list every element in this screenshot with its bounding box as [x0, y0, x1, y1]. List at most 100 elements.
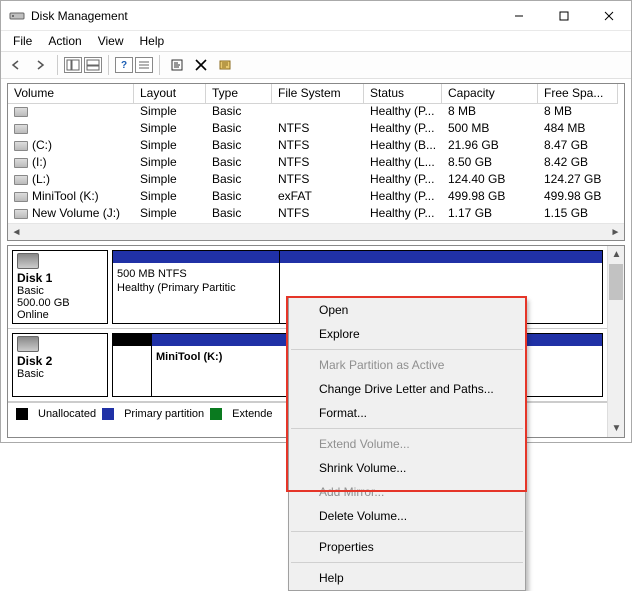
volume-row[interactable]: (L:)SimpleBasicNTFSHealthy (P...124.40 G…	[8, 172, 624, 189]
menu-explore[interactable]: Explore	[289, 322, 525, 346]
cell: NTFS	[272, 155, 364, 172]
menu-file[interactable]: File	[7, 33, 38, 49]
help-button[interactable]: ?	[115, 57, 133, 73]
maximize-button[interactable]	[541, 1, 586, 30]
show-hide-tree-button[interactable]	[64, 57, 82, 73]
cell: NTFS	[272, 121, 364, 138]
cell: 8.42 GB	[538, 155, 618, 172]
col-freespace[interactable]: Free Spa...	[538, 84, 618, 104]
col-volume[interactable]: Volume	[8, 84, 134, 104]
volume-row[interactable]: New Volume (J:)SimpleBasicNTFSHealthy (P…	[8, 206, 624, 223]
disk-2-info[interactable]: Disk 2 Basic	[12, 333, 108, 397]
cell: Basic	[206, 138, 272, 155]
partition-label: MiniTool (K:)	[156, 351, 222, 363]
app-icon	[9, 8, 25, 24]
partition-stripe	[280, 251, 602, 263]
horizontal-scrollbar[interactable]: ◄ ►	[8, 223, 624, 240]
cell: exFAT	[272, 189, 364, 206]
menu-separator	[291, 531, 523, 532]
cell: Basic	[206, 189, 272, 206]
settings-list-button[interactable]	[135, 57, 153, 73]
cell	[8, 121, 134, 138]
cell: Simple	[134, 121, 206, 138]
col-type[interactable]: Type	[206, 84, 272, 104]
disk-2-partition-unallocated[interactable]	[112, 333, 152, 397]
scroll-left-icon[interactable]: ◄	[8, 224, 25, 241]
context-menu: Open Explore Mark Partition as Active Ch…	[288, 297, 526, 591]
cell: 1.15 GB	[538, 206, 618, 223]
partition-size: 500 MB NTFS	[117, 268, 187, 280]
scroll-up-icon[interactable]: ▲	[608, 246, 625, 263]
volume-row[interactable]: SimpleBasicHealthy (P...8 MB8 MB	[8, 104, 624, 121]
menu-delete-volume[interactable]: Delete Volume...	[289, 504, 525, 528]
cell: NTFS	[272, 172, 364, 189]
menu-help[interactable]: Help	[134, 33, 171, 49]
col-status[interactable]: Status	[364, 84, 442, 104]
col-layout[interactable]: Layout	[134, 84, 206, 104]
cell: 500 MB	[442, 121, 538, 138]
menu-separator	[291, 562, 523, 563]
disk-icon	[17, 336, 39, 352]
disk-1-type: Basic	[17, 285, 44, 297]
menu-format[interactable]: Format...	[289, 401, 525, 425]
menu-extend-volume[interactable]: Extend Volume...	[289, 432, 525, 456]
action-icon[interactable]	[214, 54, 236, 76]
volume-list: Volume Layout Type File System Status Ca…	[7, 83, 625, 241]
menu-open[interactable]: Open	[289, 298, 525, 322]
toolbar: ?	[1, 51, 631, 79]
cell: 8.50 GB	[442, 155, 538, 172]
disk-1-title: Disk 1	[17, 271, 52, 285]
forward-button[interactable]	[29, 54, 51, 76]
col-filesystem[interactable]: File System	[272, 84, 364, 104]
back-button[interactable]	[5, 54, 27, 76]
cell: Basic	[206, 172, 272, 189]
volume-row[interactable]: SimpleBasicNTFSHealthy (P...500 MB484 MB	[8, 121, 624, 138]
volume-row[interactable]: MiniTool (K:)SimpleBasicexFATHealthy (P.…	[8, 189, 624, 206]
volume-row[interactable]: (I:)SimpleBasicNTFSHealthy (L...8.50 GB8…	[8, 155, 624, 172]
menu-properties[interactable]: Properties	[289, 535, 525, 559]
legend-primary: Primary partition	[124, 408, 204, 420]
disk-icon	[17, 253, 39, 269]
cell: 499.98 GB	[442, 189, 538, 206]
col-capacity[interactable]: Capacity	[442, 84, 538, 104]
cell: Simple	[134, 104, 206, 121]
cell: 21.96 GB	[442, 138, 538, 155]
menu-action[interactable]: Action	[42, 33, 87, 49]
cell: 8 MB	[538, 104, 618, 121]
cell: Healthy (B...	[364, 138, 442, 155]
cell: (C:)	[8, 138, 134, 155]
menu-shrink-volume[interactable]: Shrink Volume...	[289, 456, 525, 480]
volume-row[interactable]: (C:)SimpleBasicNTFSHealthy (B...21.96 GB…	[8, 138, 624, 155]
show-hide-bottom-button[interactable]	[84, 57, 102, 73]
disk-1-size: 500.00 GB	[17, 297, 70, 309]
swatch-primary	[102, 408, 114, 420]
disk-1-info[interactable]: Disk 1 Basic 500.00 GB Online	[12, 250, 108, 324]
menu-add-mirror[interactable]: Add Mirror...	[289, 480, 525, 504]
cell: Simple	[134, 138, 206, 155]
minimize-button[interactable]	[496, 1, 541, 30]
menu-mark-active[interactable]: Mark Partition as Active	[289, 353, 525, 377]
disk-2-title: Disk 2	[17, 354, 52, 368]
scroll-down-icon[interactable]: ▼	[608, 420, 625, 437]
volume-list-body[interactable]: SimpleBasicHealthy (P...8 MB8 MBSimpleBa…	[8, 104, 624, 223]
cell: 484 MB	[538, 121, 618, 138]
menu-separator	[291, 428, 523, 429]
cell: (L:)	[8, 172, 134, 189]
cell: 124.40 GB	[442, 172, 538, 189]
scroll-right-icon[interactable]: ►	[607, 224, 624, 241]
refresh-button[interactable]	[166, 54, 188, 76]
vertical-scrollbar[interactable]: ▲ ▼	[607, 246, 624, 437]
cell: 8.47 GB	[538, 138, 618, 155]
legend-unallocated: Unallocated	[38, 408, 96, 420]
partition-stripe	[113, 251, 279, 263]
disk-1-partition-1[interactable]: 500 MB NTFS Healthy (Primary Partitic	[112, 250, 280, 324]
menu-change-letter[interactable]: Change Drive Letter and Paths...	[289, 377, 525, 401]
menu-help[interactable]: Help	[289, 566, 525, 590]
cell: Simple	[134, 189, 206, 206]
disk-1-status: Online	[17, 309, 49, 321]
scrollbar-thumb[interactable]	[609, 264, 623, 300]
close-button[interactable]	[586, 1, 631, 30]
menu-view[interactable]: View	[92, 33, 130, 49]
delete-icon[interactable]	[190, 54, 212, 76]
legend-extended: Extende	[232, 408, 272, 420]
